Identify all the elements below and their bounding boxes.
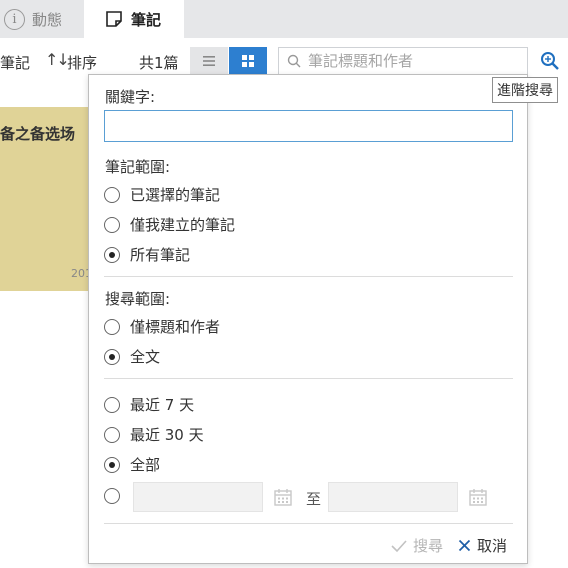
radio-my-notes-label: 僅我建立的筆記 <box>130 216 236 234</box>
tab-activity-label: 動態 <box>32 10 63 29</box>
check-icon <box>391 539 407 552</box>
calendar-icon[interactable] <box>468 487 488 507</box>
note-card[interactable]: 备之备选场 201 <box>0 107 92 291</box>
radio-full-text-label: 全文 <box>130 348 161 366</box>
grid-view-button[interactable] <box>229 47 267 75</box>
sort-button[interactable]: 排序 <box>67 52 97 73</box>
radio-all-time-label: 全部 <box>130 456 161 474</box>
radio-all-notes-label: 所有筆記 <box>130 246 191 264</box>
cancel-button[interactable]: 取消 <box>458 535 507 556</box>
cancel-button-label: 取消 <box>477 537 508 555</box>
list-icon <box>203 56 215 66</box>
radio-full-text[interactable]: 全文 <box>104 346 160 367</box>
radio-all-notes[interactable]: 所有筆記 <box>104 244 190 265</box>
advanced-search-popup: 關鍵字: 筆記範圍: 已選擇的筆記 僅我建立的筆記 所有筆記 搜尋範圍: 僅標題… <box>88 74 528 564</box>
radio-selected-notes[interactable]: 已選擇的筆記 <box>104 184 220 205</box>
close-icon <box>458 539 471 552</box>
date-range-to-label: 至 <box>306 490 322 508</box>
radio-button[interactable] <box>104 488 120 504</box>
divider <box>104 378 513 379</box>
app-window: i 動態 筆記 筆記 ↑↓ 排序 共1篇 筆記標題和作者 進階搜尋 备之备选场 … <box>0 0 568 568</box>
tab-notes[interactable]: 筆記 <box>84 0 184 38</box>
radio-last-30-days[interactable]: 最近 30 天 <box>104 424 204 445</box>
radio-button[interactable] <box>104 318 120 335</box>
radio-custom-range[interactable] <box>104 488 120 504</box>
note-scope-label: 筆記範圍: <box>105 158 171 176</box>
radio-title-author[interactable]: 僅標題和作者 <box>104 316 220 337</box>
note-card-title: 备之备选场 <box>0 125 76 143</box>
divider <box>104 523 513 524</box>
radio-button-checked[interactable] <box>104 456 120 473</box>
radio-my-notes[interactable]: 僅我建立的筆記 <box>104 214 235 235</box>
search-input[interactable] <box>308 52 523 70</box>
radio-title-author-label: 僅標題和作者 <box>130 318 221 336</box>
tab-notes-label: 筆記 <box>131 10 162 29</box>
search-button-label: 搜尋 <box>413 537 444 555</box>
search-scope-label: 搜尋範圍: <box>105 290 171 308</box>
radio-button[interactable] <box>104 216 120 233</box>
radio-last-30-days-label: 最近 30 天 <box>130 426 204 444</box>
radio-button[interactable] <box>104 396 120 413</box>
search-box <box>278 47 528 75</box>
radio-last-7-days[interactable]: 最近 7 天 <box>104 394 194 415</box>
keyword-label: 關鍵字: <box>105 88 156 106</box>
radio-last-7-days-label: 最近 7 天 <box>130 396 195 414</box>
list-view-button[interactable] <box>190 47 228 75</box>
advanced-search-tooltip: 進階搜尋 <box>492 77 558 103</box>
note-count: 共1篇 <box>139 54 179 72</box>
note-icon <box>106 11 122 27</box>
info-icon: i <box>4 8 25 30</box>
radio-button-checked[interactable] <box>104 348 120 365</box>
radio-button[interactable] <box>104 426 120 443</box>
search-icon <box>287 54 301 68</box>
tab-bar: i 動態 筆記 <box>0 0 568 38</box>
calendar-icon[interactable] <box>273 487 293 507</box>
end-date-field[interactable] <box>328 482 458 512</box>
keyword-input[interactable] <box>104 110 513 142</box>
radio-all-time[interactable]: 全部 <box>104 454 160 475</box>
start-date-field[interactable] <box>133 482 263 512</box>
grid-icon <box>242 55 254 67</box>
radio-selected-notes-label: 已選擇的筆記 <box>130 186 221 204</box>
divider <box>104 276 513 277</box>
radio-button[interactable] <box>104 186 120 203</box>
advanced-search-icon[interactable] <box>539 50 561 72</box>
new-note-button[interactable]: 筆記 <box>0 52 30 73</box>
sort-icon[interactable]: ↑↓ <box>45 50 70 69</box>
search-button[interactable]: 搜尋 <box>391 535 443 556</box>
radio-button-checked[interactable] <box>104 246 120 263</box>
tab-activity[interactable]: i 動態 <box>4 0 62 38</box>
